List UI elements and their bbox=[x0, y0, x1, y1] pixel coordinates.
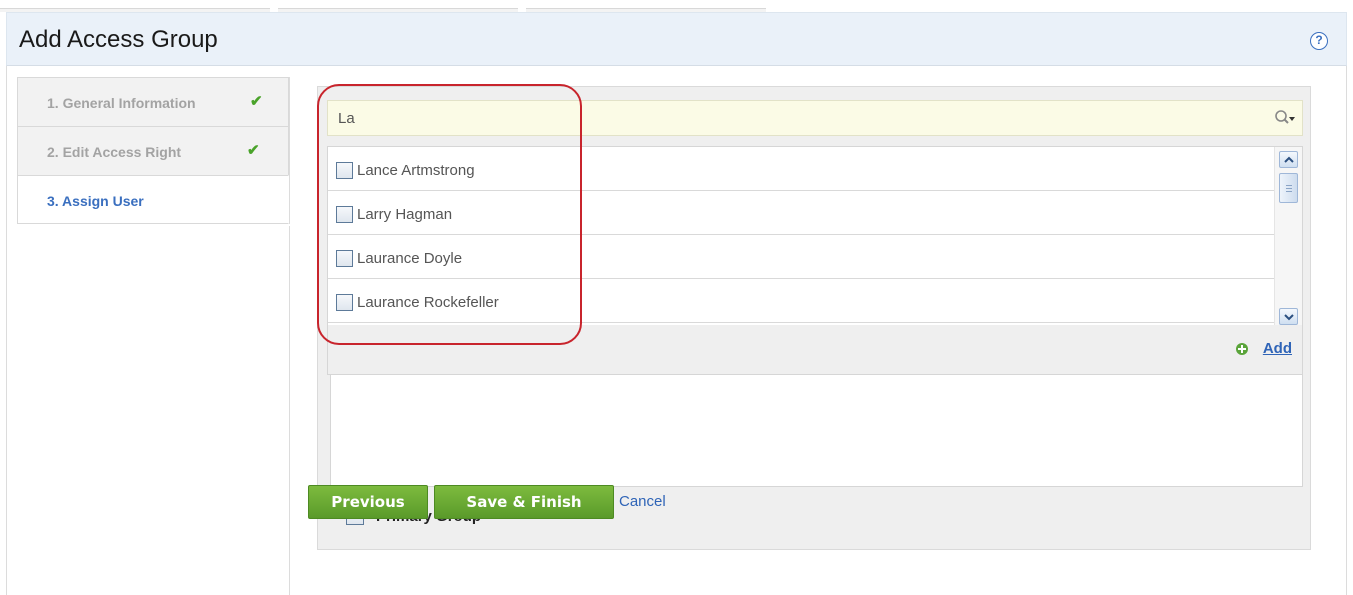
assign-user-panel: Lance Artmstrong Larry Hagman Laurance D… bbox=[317, 86, 1311, 550]
top-strip bbox=[0, 0, 1353, 12]
step-assign-user[interactable]: 3. Assign User bbox=[17, 175, 289, 224]
user-checkbox[interactable] bbox=[336, 294, 353, 311]
step-label: 3. Assign User bbox=[47, 193, 144, 209]
grip-line bbox=[1286, 188, 1292, 189]
step-label: 2. Edit Access Right bbox=[47, 144, 182, 160]
user-search-input[interactable] bbox=[338, 107, 1238, 129]
grip-line bbox=[1286, 191, 1292, 192]
user-checkbox[interactable] bbox=[336, 162, 353, 179]
user-checkbox[interactable] bbox=[336, 206, 353, 223]
wizard-steps: 1. General Information ✔ 2. Edit Access … bbox=[17, 77, 289, 224]
steps-divider bbox=[289, 226, 290, 595]
scroll-up-button[interactable] bbox=[1279, 151, 1298, 168]
steps-border bbox=[289, 77, 290, 224]
previous-button[interactable]: Previous bbox=[308, 485, 428, 519]
page-header: Add Access Group ? bbox=[6, 12, 1347, 66]
list-item[interactable]: Laurance Doyle bbox=[328, 235, 1274, 279]
step-label: 1. General Information bbox=[47, 95, 196, 111]
scroll-down-button[interactable] bbox=[1279, 308, 1298, 325]
user-list: Lance Artmstrong Larry Hagman Laurance D… bbox=[328, 147, 1274, 325]
checkmark-icon: ✔ bbox=[247, 142, 260, 159]
cancel-link[interactable]: Cancel bbox=[619, 493, 666, 510]
save-finish-button[interactable]: Save & Finish bbox=[434, 485, 614, 519]
list-scrollbar[interactable] bbox=[1274, 147, 1302, 325]
user-name: Laurance Doyle bbox=[357, 250, 463, 267]
step-general-information[interactable]: 1. General Information ✔ bbox=[17, 77, 289, 126]
checkmark-icon: ✔ bbox=[250, 93, 263, 110]
search-results: Lance Artmstrong Larry Hagman Laurance D… bbox=[327, 146, 1303, 375]
user-name: Lance Artmstrong bbox=[357, 162, 475, 179]
wizard-body: 1. General Information ✔ 2. Edit Access … bbox=[6, 66, 1347, 595]
search-dropdown-icon[interactable] bbox=[1274, 109, 1296, 129]
add-button[interactable]: Add bbox=[1263, 340, 1292, 357]
list-item[interactable]: Larry Hagman bbox=[328, 191, 1274, 235]
scroll-thumb[interactable] bbox=[1279, 173, 1298, 203]
help-icon[interactable]: ? bbox=[1310, 32, 1328, 50]
user-name: Larry Hagman bbox=[357, 206, 453, 223]
plus-circle-icon bbox=[1236, 343, 1248, 355]
list-item[interactable]: Laurance Rockefeller bbox=[328, 279, 1274, 323]
grip-line bbox=[1286, 185, 1292, 186]
list-actions: Add bbox=[328, 325, 1302, 374]
user-name: Laurance Rockefeller bbox=[357, 294, 499, 311]
page-title: Add Access Group bbox=[19, 26, 218, 53]
selected-users-area bbox=[330, 375, 1303, 487]
list-item[interactable]: Lance Artmstrong bbox=[328, 147, 1274, 191]
user-checkbox[interactable] bbox=[336, 250, 353, 267]
chevron-down-icon bbox=[1284, 314, 1294, 321]
chevron-up-icon bbox=[1284, 156, 1294, 163]
step-edit-access-right[interactable]: 2. Edit Access Right ✔ bbox=[17, 126, 289, 175]
user-search-box bbox=[327, 100, 1303, 136]
